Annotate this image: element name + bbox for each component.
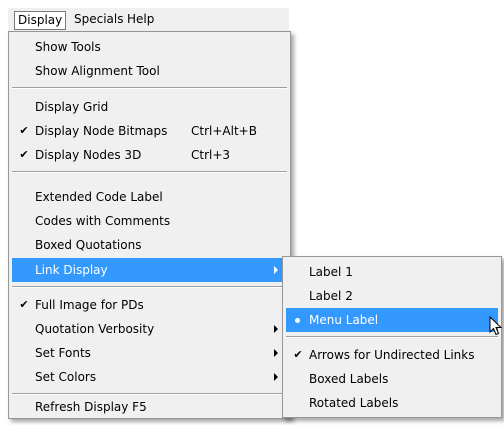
menu-item-label: Link Display — [35, 263, 108, 277]
menu-help[interactable]: Help — [123, 11, 158, 28]
menu-bar: Display Specials Help — [8, 8, 289, 32]
menu-item-label: Set Fonts — [35, 346, 91, 360]
submenu-arrow-icon — [274, 325, 278, 333]
menu-item-refresh-display[interactable]: Refresh Display F5 — [12, 398, 287, 417]
menu-item-rotated-labels[interactable]: Rotated Labels — [286, 391, 498, 415]
menu-item-label: Set Colors — [35, 370, 97, 384]
menu-item-codes-with-comments[interactable]: Codes with Comments — [12, 209, 287, 233]
menu-separator — [12, 171, 287, 173]
menu-item-label: Label 2 — [309, 289, 353, 303]
menu-item-show-alignment-tool[interactable]: Show Alignment Tool — [12, 59, 287, 83]
radio-bullet-icon — [295, 318, 300, 323]
shortcut-label: Ctrl+3 — [191, 148, 231, 162]
menu-item-show-tools[interactable]: Show Tools — [12, 35, 287, 59]
menu-item-label: Quotation Verbosity — [35, 322, 155, 336]
menu-item-label: Show Tools — [35, 40, 101, 54]
menu-item-display-nodes-3d[interactable]: ✔ Display Nodes 3D Ctrl+3 — [12, 143, 287, 167]
menu-item-label: Extended Code Label — [35, 190, 163, 204]
menu-item-menu-label[interactable]: Menu Label — [286, 308, 498, 332]
mouse-pointer-icon — [489, 316, 502, 336]
link-display-submenu: Label 1 Label 2 Menu Label ✔ Arrows for … — [282, 256, 502, 418]
menu-item-label: Rotated Labels — [309, 396, 399, 410]
submenu-arrow-icon — [274, 349, 278, 357]
menu-item-link-display[interactable]: Link Display — [12, 258, 287, 282]
submenu-arrow-icon — [274, 373, 278, 381]
menu-item-label-1[interactable]: Label 1 — [286, 260, 498, 284]
menu-separator — [12, 393, 287, 395]
menu-item-boxed-labels[interactable]: Boxed Labels — [286, 367, 498, 391]
menu-item-label: Codes with Comments — [35, 214, 171, 228]
menu-item-label: Arrows for Undirected Links — [309, 348, 475, 362]
checkmark-icon: ✔ — [19, 124, 29, 137]
menu-item-label: Refresh Display F5 — [35, 400, 147, 414]
submenu-arrow-icon — [274, 266, 278, 274]
menu-specials[interactable]: Specials — [70, 11, 128, 28]
menu-separator — [12, 87, 287, 89]
menu-item-full-image-for-pds[interactable]: ✔ Full Image for PDs — [12, 293, 287, 317]
menu-item-label: Boxed Labels — [309, 372, 389, 386]
menu-item-label: Display Grid — [35, 100, 109, 114]
menu-display[interactable]: Display — [14, 11, 67, 30]
menu-item-set-colors[interactable]: Set Colors — [12, 365, 287, 389]
checkmark-icon: ✔ — [19, 148, 29, 161]
menu-item-label-2[interactable]: Label 2 — [286, 284, 498, 308]
menu-item-extended-code-label[interactable]: Extended Code Label — [12, 185, 287, 209]
menu-item-quotation-verbosity[interactable]: Quotation Verbosity — [12, 317, 287, 341]
menu-item-label: Display Nodes 3D — [35, 148, 142, 162]
menu-item-display-node-bitmaps[interactable]: ✔ Display Node Bitmaps Ctrl+Alt+B — [12, 119, 287, 143]
menu-item-label: Label 1 — [309, 265, 353, 279]
menu-item-display-grid[interactable]: Display Grid — [12, 95, 287, 119]
menu-item-arrows-for-undirected-links[interactable]: ✔ Arrows for Undirected Links — [286, 343, 498, 367]
shortcut-label: Ctrl+Alt+B — [191, 124, 257, 138]
checkmark-icon: ✔ — [293, 348, 303, 361]
menu-item-label: Full Image for PDs — [35, 298, 144, 312]
menu-item-label: Menu Label — [309, 313, 379, 327]
checkmark-icon: ✔ — [19, 298, 29, 311]
menu-separator — [12, 286, 287, 288]
menu-item-set-fonts[interactable]: Set Fonts — [12, 341, 287, 365]
menu-item-label: Boxed Quotations — [35, 238, 142, 252]
display-menu: Show Tools Show Alignment Tool Display G… — [8, 31, 291, 419]
menu-item-label: Show Alignment Tool — [35, 64, 160, 78]
menu-item-label: Display Node Bitmaps — [35, 124, 168, 138]
menu-item-boxed-quotations[interactable]: Boxed Quotations — [12, 233, 287, 257]
menu-separator — [286, 336, 498, 338]
